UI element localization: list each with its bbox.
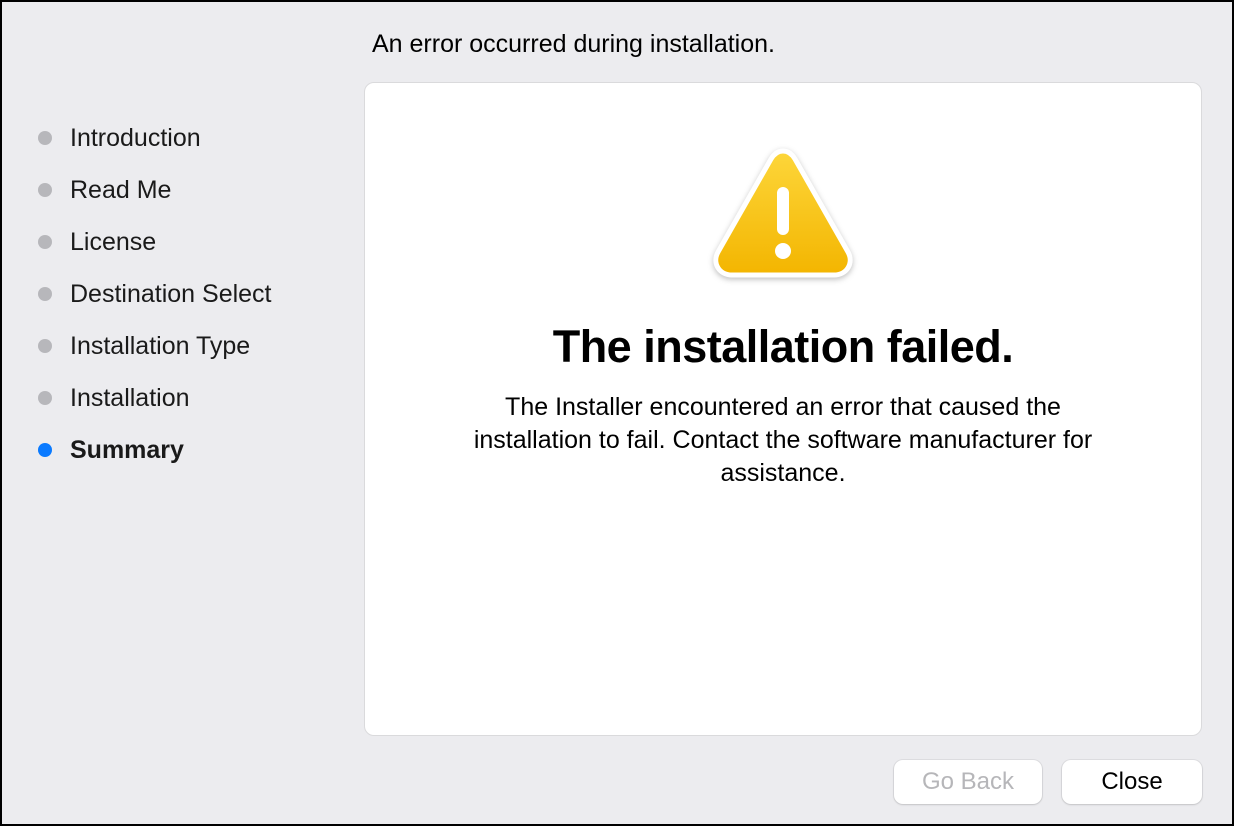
error-headline: The installation failed. [553,321,1014,373]
step-label: Destination Select [70,280,272,309]
step-license: License [38,216,348,268]
go-back-button: Go Back [894,760,1042,804]
step-label: Installation [70,384,190,413]
step-installation-type: Installation Type [38,320,348,372]
bullet-icon [38,131,52,145]
step-label: Summary [70,436,184,465]
bullet-icon [38,235,52,249]
step-destination-select: Destination Select [38,268,348,320]
bullet-icon [38,391,52,405]
step-summary: Summary [38,424,348,476]
content-panel: The installation failed. The Installer e… [364,82,1202,736]
close-button[interactable]: Close [1062,760,1202,804]
button-row: Go Back Close [894,760,1202,804]
page-title: An error occurred during installation. [372,30,775,59]
step-sidebar: Introduction Read Me License Destination… [38,112,348,476]
error-detail: The Installer encountered an error that … [443,391,1123,490]
step-label: Installation Type [70,332,250,361]
bullet-icon [38,183,52,197]
step-introduction: Introduction [38,112,348,164]
step-label: Introduction [70,124,201,153]
bullet-icon [38,339,52,353]
step-read-me: Read Me [38,164,348,216]
installer-window: An error occurred during installation. I… [0,0,1234,826]
bullet-icon [38,287,52,301]
warning-icon [708,145,858,285]
step-label: Read Me [70,176,171,205]
step-installation: Installation [38,372,348,424]
step-label: License [70,228,156,257]
bullet-icon [38,443,52,457]
